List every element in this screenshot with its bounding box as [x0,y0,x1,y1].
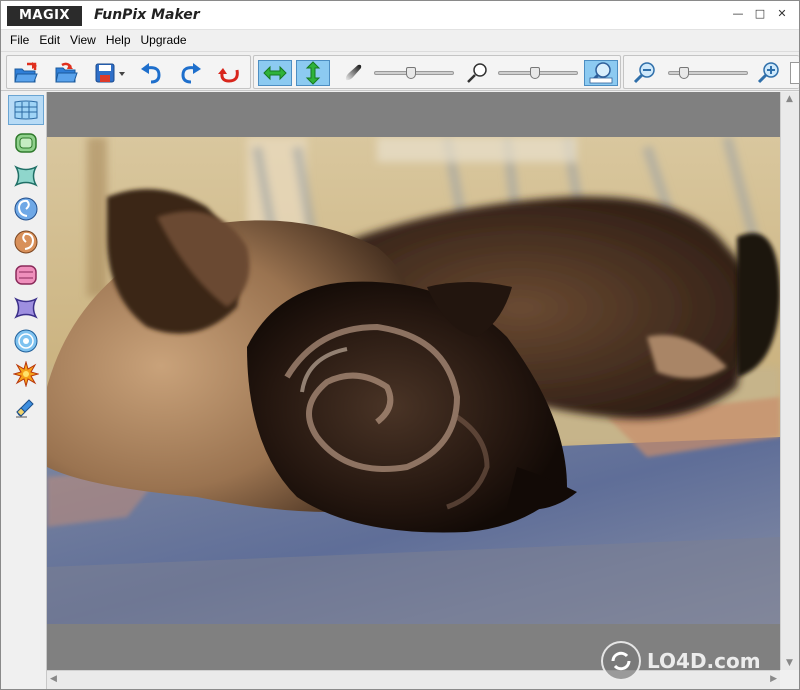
vertical-scrollbar[interactable]: ▲ ▼ [780,92,799,670]
menu-file[interactable]: File [5,30,34,50]
window-controls: — □ ✕ [731,7,789,21]
save-icon [95,63,125,83]
explode-tool-icon [13,361,39,387]
brush-strength-indicator [462,60,492,86]
tool-pinch[interactable] [8,161,44,191]
zoom-in-icon [757,62,779,84]
magix-logo: MAGIX [7,6,82,26]
ripple-tool-icon [14,329,38,353]
twirl-right-tool-icon [14,230,38,254]
minimize-button[interactable]: — [731,7,745,21]
grid-warp-tool-icon [14,100,38,120]
twirl-left-tool-icon [14,197,38,221]
tool-eraser[interactable] [8,392,44,422]
shrink-tool-icon [14,297,38,319]
fit-height-icon [305,61,321,85]
open-file-icon [14,62,38,83]
reset-icon [218,68,239,83]
menu-bar: File Edit View Help Upgrade [1,30,799,50]
zoom-in-button[interactable] [754,60,784,86]
bloat-tool-icon [15,265,37,285]
open-recent-button[interactable] [51,60,81,86]
tool-ripple[interactable] [8,326,44,356]
toolbar [1,51,800,91]
zoom-slider-thumb[interactable] [679,67,689,79]
preview-magnifier-icon [589,62,613,84]
cat-photo-image[interactable] [47,137,780,624]
scroll-down-icon[interactable]: ▼ [786,658,793,668]
tool-grid-warp[interactable] [8,95,44,125]
app-window: MAGIX FunPix Maker — □ ✕ File Edit View … [0,0,800,690]
watermark: LO4D.com [601,641,761,681]
tool-twirl-left[interactable] [8,194,44,224]
brush-size-slider-thumb[interactable] [406,67,416,79]
strength-slider-thumb[interactable] [530,67,540,79]
fit-width-button[interactable] [258,60,292,86]
tool-explode[interactable] [8,359,44,389]
tool-panel [5,92,47,689]
open-recent-icon [55,62,78,83]
close-button[interactable]: ✕ [775,7,789,21]
toolbar-group-zoom [623,55,800,89]
tool-bulge[interactable] [8,128,44,158]
menu-edit[interactable]: Edit [34,30,65,50]
zoom-out-button[interactable] [630,60,660,86]
strength-slider[interactable] [498,67,578,79]
menu-upgrade[interactable]: Upgrade [136,30,192,50]
undo-button[interactable] [137,60,167,86]
maximize-button[interactable]: □ [753,7,767,21]
watermark-text: LO4D.com [647,649,761,673]
fit-height-button[interactable] [296,60,330,86]
undo-icon [141,63,161,84]
redo-icon [181,63,201,84]
toolbar-overflow[interactable] [790,62,800,84]
tool-bloat[interactable] [8,260,44,290]
fit-width-icon [263,65,287,81]
menu-view[interactable]: View [65,30,101,50]
eraser-tool-icon [16,399,34,418]
bulge-tool-icon [15,133,37,153]
brush-size-slider[interactable] [374,67,454,79]
photo-canvas[interactable] [47,137,780,624]
toolbar-group-file [6,55,251,89]
title-bar: MAGIX FunPix Maker — □ ✕ [1,1,799,30]
scroll-right-icon[interactable]: ▶ [770,674,777,684]
zoom-slider[interactable] [668,67,748,79]
redo-button[interactable] [175,60,205,86]
zoom-out-icon [633,62,655,84]
save-button[interactable] [93,60,129,86]
brush-size-indicator [338,60,368,86]
magnifier-small-icon [467,63,487,83]
pinch-tool-icon [14,165,38,187]
reset-button[interactable] [215,60,245,86]
watermark-logo-icon [601,641,641,681]
toolbar-group-view [253,55,621,89]
scroll-up-icon[interactable]: ▲ [786,94,793,104]
menu-help[interactable]: Help [101,30,136,50]
scroll-left-icon[interactable]: ◀ [50,674,57,684]
canvas-area[interactable] [47,92,780,670]
tool-shrink[interactable] [8,293,44,323]
brush-softness-icon [345,64,362,81]
preview-zoom-button[interactable] [584,60,618,86]
tool-twirl-right[interactable] [8,227,44,257]
app-title: FunPix Maker [94,7,200,23]
open-button[interactable] [11,60,41,86]
